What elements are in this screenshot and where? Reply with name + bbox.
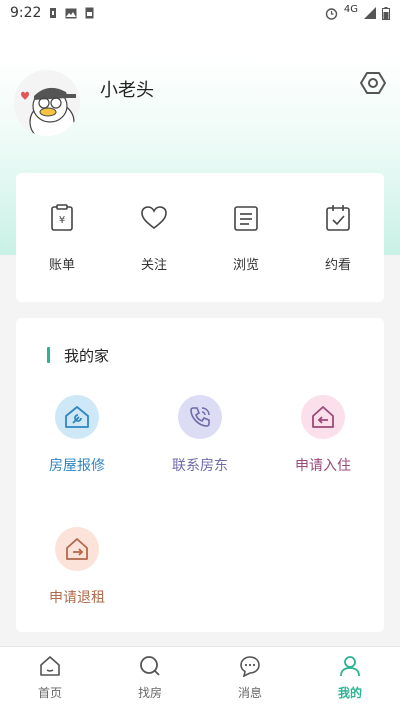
user-icon bbox=[340, 656, 360, 677]
tab-find-house[interactable]: 找房 bbox=[100, 647, 200, 710]
section-accent-bar bbox=[47, 347, 50, 363]
message-icon bbox=[240, 656, 260, 677]
service-label: 申请退租 bbox=[49, 590, 105, 606]
settings-hexagon-icon bbox=[360, 72, 386, 94]
document-icon bbox=[234, 206, 258, 231]
quick-action-label: 账单 bbox=[48, 258, 75, 273]
bill-icon: ¥ bbox=[51, 204, 73, 231]
alarm-icon bbox=[325, 7, 338, 20]
battery-saver-icon bbox=[50, 8, 57, 18]
sim-icon bbox=[85, 7, 94, 19]
house-enter-icon bbox=[312, 406, 334, 428]
house-wrench-icon bbox=[65, 406, 89, 428]
quick-action-label: 浏览 bbox=[232, 258, 259, 273]
service-icon-circle bbox=[301, 395, 345, 439]
service-contact-landlord[interactable]: 联系房东 bbox=[145, 395, 255, 475]
username: 小老头 bbox=[100, 80, 154, 101]
tab-label: 我的 bbox=[337, 686, 362, 700]
house-exit-icon bbox=[66, 538, 88, 560]
quick-actions-card: ¥ 账单 关注 浏览 约看 bbox=[16, 173, 384, 302]
svg-text:¥: ¥ bbox=[59, 215, 65, 226]
status-bar: 9:22 4G bbox=[0, 0, 400, 26]
calendar-check-icon bbox=[326, 205, 350, 231]
quick-action-label: 关注 bbox=[140, 258, 167, 273]
bottom-tab-bar: 首页 找房 消息 我的 bbox=[0, 646, 400, 710]
service-label: 申请入住 bbox=[295, 458, 351, 474]
service-icon-circle bbox=[178, 395, 222, 439]
service-label: 房屋报修 bbox=[49, 458, 105, 474]
service-apply-checkin[interactable]: 申请入住 bbox=[268, 395, 378, 475]
tab-home[interactable]: 首页 bbox=[0, 647, 100, 710]
avatar[interactable] bbox=[14, 70, 80, 136]
image-icon bbox=[65, 8, 77, 18]
quick-action-bill[interactable]: ¥ 账单 bbox=[16, 173, 108, 302]
service-label: 联系房东 bbox=[172, 458, 228, 474]
service-apply-moveout[interactable]: 申请退租 bbox=[22, 527, 132, 607]
heart-icon bbox=[141, 206, 167, 230]
tab-label: 消息 bbox=[237, 686, 262, 700]
home-icon bbox=[40, 656, 60, 676]
settings-button[interactable] bbox=[360, 70, 386, 96]
tab-label: 首页 bbox=[37, 686, 62, 700]
signal-icon bbox=[364, 7, 376, 19]
service-icon-circle bbox=[55, 395, 99, 439]
search-icon bbox=[140, 656, 160, 676]
tab-label: 找房 bbox=[137, 686, 162, 700]
status-time: 9:22 bbox=[10, 5, 42, 21]
tab-messages[interactable]: 消息 bbox=[200, 647, 300, 710]
quick-action-appointment[interactable]: 约看 bbox=[292, 173, 384, 302]
battery-icon bbox=[382, 6, 390, 20]
quick-action-label: 约看 bbox=[324, 258, 351, 273]
duck-avatar-icon bbox=[14, 70, 80, 136]
phone-icon bbox=[190, 407, 210, 427]
quick-action-browse[interactable]: 浏览 bbox=[200, 173, 292, 302]
service-repair[interactable]: 房屋报修 bbox=[22, 395, 132, 475]
quick-action-follow[interactable]: 关注 bbox=[108, 173, 200, 302]
tab-mine[interactable]: 我的 bbox=[300, 647, 400, 710]
network-type: 4G bbox=[343, 3, 358, 15]
section-title: 我的家 bbox=[64, 347, 110, 365]
service-icon-circle bbox=[55, 527, 99, 571]
